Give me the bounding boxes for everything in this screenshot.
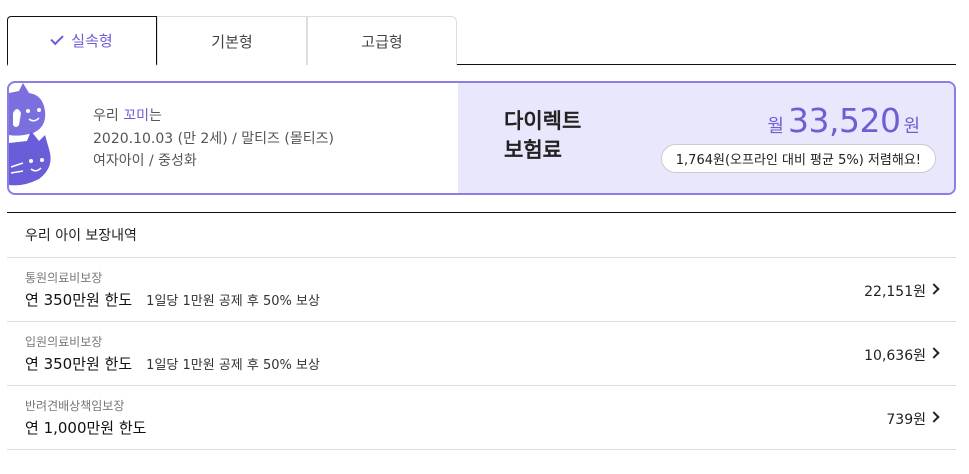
tab-premium[interactable]: 고급형 (307, 16, 457, 65)
pet-prefix: 우리 (93, 108, 124, 124)
pet-suffix: 는 (148, 108, 162, 124)
tab-label: 실속형 (71, 32, 113, 50)
chevron-right-icon[interactable] (928, 411, 940, 423)
tab-basic-value[interactable]: 실속형 (7, 16, 157, 66)
pet-name: 꼬미 (123, 108, 149, 124)
coverage-category: 통원의료비보장 (25, 271, 103, 285)
plan-tabs: 실속형 기본형 고급형 (7, 16, 956, 66)
price-currency: 원 (903, 116, 920, 137)
tab-label: 고급형 (361, 32, 403, 51)
coverage-category: 반려견배상책임보장 (25, 399, 125, 413)
price-unit: 월 (767, 116, 784, 137)
chevron-right-icon[interactable] (928, 347, 940, 359)
coverage-limit-line: 연 350만원 한도 1일당 1만원 공제 후 50% 보상 (25, 353, 320, 374)
title-line1: 다이렉트 (504, 109, 582, 133)
coverage-detail: 1일당 1만원 공제 후 50% 보상 (146, 358, 320, 373)
pet-gender: 여자아이 / 중성화 (93, 153, 197, 169)
coverage-limit: 연 350만원 한도 (25, 355, 133, 373)
coverage-limit: 연 350만원 한도 (25, 291, 133, 309)
coverage-row-outpatient[interactable]: 통원의료비보장 연 350만원 한도 1일당 1만원 공제 후 50% 보상 2… (7, 258, 956, 322)
coverage-amount: 739원 (886, 412, 926, 428)
coverage-limit-line: 연 350만원 한도 1일당 1만원 공제 후 50% 보상 (25, 289, 320, 310)
pet-premium-card: 우리 꼬미는 2020.10.03 (만 2세) / 말티즈 (몰티즈) 여자아… (7, 81, 956, 195)
check-icon (50, 31, 65, 46)
coverage-detail: 1일당 1만원 공제 후 50% 보상 (146, 294, 320, 309)
coverage-amount: 10,636원 (864, 348, 926, 364)
title-line2: 보험료 (504, 138, 562, 162)
pet-name-line: 우리 꼬미는 (93, 105, 334, 128)
monthly-premium: 월 33,520 원 (767, 101, 920, 140)
coverage-header: 우리 아이 보장내역 (7, 213, 956, 258)
coverage-list: 우리 아이 보장내역 통원의료비보장 연 350만원 한도 1일당 1만원 공제… (7, 212, 956, 450)
tab-standard[interactable]: 기본형 (157, 16, 307, 65)
coverage-amount: 22,151원 (864, 284, 926, 300)
coverage-limit-line: 연 1,000만원 한도 (25, 417, 146, 438)
cat-dog-illustration (9, 83, 51, 186)
pet-info: 우리 꼬미는 2020.10.03 (만 2세) / 말티즈 (몰티즈) 여자아… (93, 105, 334, 173)
pet-birth-breed: 2020.10.03 (만 2세) / 말티즈 (몰티즈) (93, 130, 334, 147)
coverage-row-inpatient[interactable]: 입원의료비보장 연 350만원 한도 1일당 1만원 공제 후 50% 보상 1… (7, 322, 956, 386)
price-amount: 33,520 (787, 101, 901, 140)
chevron-right-icon[interactable] (928, 283, 940, 295)
coverage-limit: 연 1,000만원 한도 (25, 419, 147, 437)
coverage-row-liability[interactable]: 반려견배상책임보장 연 1,000만원 한도 739원 (7, 386, 956, 450)
tab-label: 기본형 (211, 32, 253, 51)
coverage-category: 입원의료비보장 (25, 335, 103, 349)
direct-premium-title: 다이렉트 보험료 (504, 107, 614, 165)
savings-badge: 1,764원(오프라인 대비 평균 5%) 저렴해요! (660, 144, 936, 173)
